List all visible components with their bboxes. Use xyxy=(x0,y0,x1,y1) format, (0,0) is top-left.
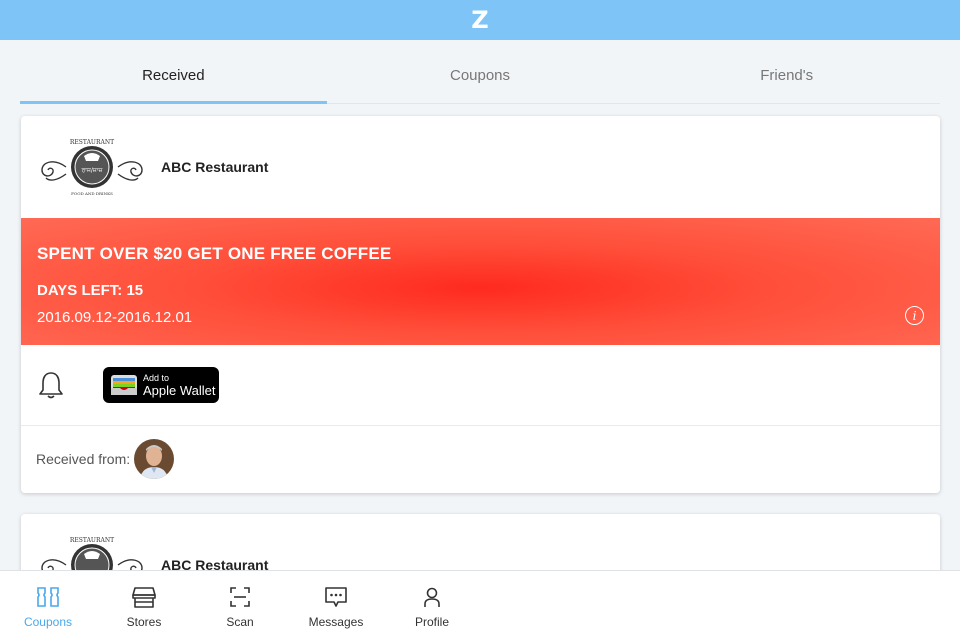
nav-label: Messages xyxy=(308,615,364,629)
avatar[interactable] xyxy=(134,439,175,479)
store-header: ਰਾਜ/ਜ਼ਾਜ਼ RESTAURANT FOOD AND DRINKS ABC… xyxy=(21,116,940,218)
add-to-apple-wallet-button[interactable]: Add to Apple Wallet xyxy=(103,367,219,403)
coupon-dates: 2016.09.12-2016.12.01 xyxy=(37,309,193,326)
nav-label: Profile xyxy=(414,615,449,629)
messages-icon xyxy=(325,587,347,607)
nav-label: Coupons xyxy=(23,615,73,629)
tab-received[interactable]: Received xyxy=(20,52,327,104)
tab-coupons[interactable]: Coupons xyxy=(327,52,634,103)
logo-top-text: RESTAURANT xyxy=(70,537,114,544)
logo-bottom-text: FOOD AND DRINKS xyxy=(71,191,113,196)
coupon-banner[interactable]: SPENT OVER $20 GET ONE FREE COFFEE DAYS … xyxy=(21,218,940,345)
coupon-days-left: DAYS LEFT: 15 xyxy=(37,282,144,299)
profile-icon xyxy=(424,587,440,607)
wallet-small-text: Add to xyxy=(143,372,170,383)
coupon-actions: Add to Apple Wallet xyxy=(21,345,940,426)
info-icon[interactable]: i xyxy=(905,306,924,325)
restaurant-logo: ਰਾਜ/ਜ਼ਾਜ਼ RESTAURANT FOOD AND DRINKS xyxy=(41,139,143,196)
nav-coupons[interactable]: Coupons xyxy=(0,571,96,640)
nav-stores[interactable]: Stores xyxy=(96,571,192,640)
store-icon xyxy=(132,587,156,608)
bottom-nav: Coupons Stores Scan Messages Profile xyxy=(0,570,960,640)
nav-profile[interactable]: Profile xyxy=(384,571,480,640)
logo-top-text: RESTAURANT xyxy=(70,139,114,146)
wallet-icon xyxy=(111,375,137,395)
tab-bar: Received Coupons Friend's xyxy=(20,52,940,104)
bell-icon[interactable] xyxy=(37,370,65,400)
logo-center-text: ਰਾਜ/ਜ਼ਾਜ਼ xyxy=(81,167,103,174)
nav-scan[interactable]: Scan xyxy=(192,571,288,640)
app-logo: Z xyxy=(471,6,489,34)
top-bar: Z xyxy=(0,0,960,40)
nav-label: Stores xyxy=(126,615,162,629)
coupons-icon xyxy=(37,587,59,607)
nav-label: Scan xyxy=(226,615,254,629)
store-name[interactable]: ABC Restaurant xyxy=(161,159,268,175)
tab-friends[interactable]: Friend's xyxy=(633,52,940,103)
coupon-title: SPENT OVER $20 GET ONE FREE COFFEE xyxy=(37,244,392,263)
nav-messages[interactable]: Messages xyxy=(288,571,384,640)
received-from-row: Received from: xyxy=(21,426,940,492)
coupon-card[interactable]: ਰਾਜ/ਜ਼ਾਜ਼ RESTAURANT FOOD AND DRINKS ABC… xyxy=(21,116,940,493)
received-from-label: Received from: xyxy=(36,451,131,467)
scan-icon xyxy=(230,587,250,607)
wallet-big-text: Apple Wallet xyxy=(143,382,216,398)
